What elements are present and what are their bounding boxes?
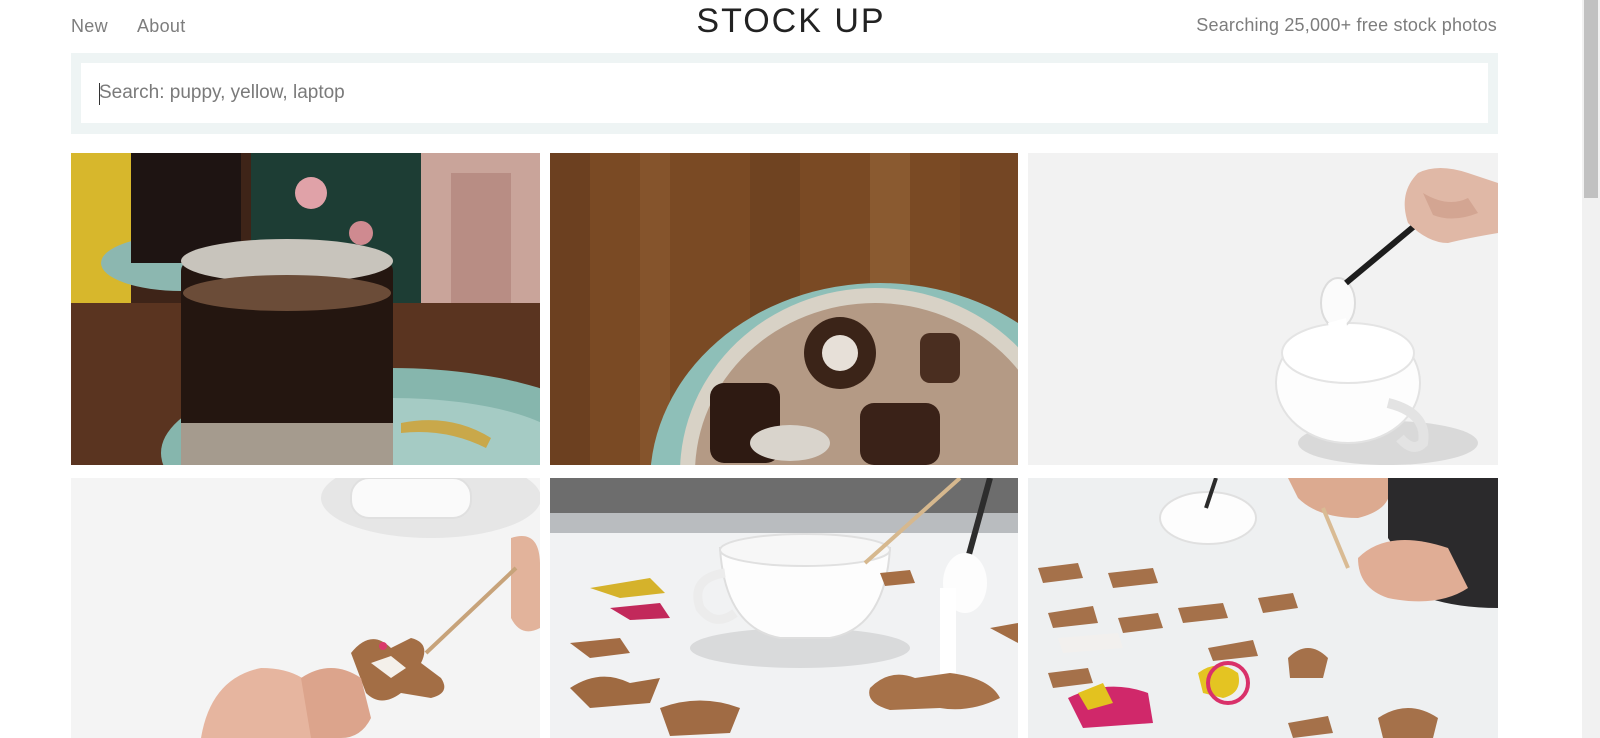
image-icon [71,153,540,465]
image-icon [1028,478,1498,738]
image-icon [550,478,1018,738]
photo-tile[interactable] [1028,153,1498,465]
photo-tile[interactable] [71,153,540,465]
search-input[interactable] [81,63,1488,123]
text-cursor [99,83,100,105]
search-bar [71,53,1498,134]
image-icon [550,153,1018,465]
photo-tile[interactable] [1028,478,1498,738]
site-tagline: Searching 25,000+ free stock photos [1196,15,1497,35]
site-header: New About STOCK UP Searching 25,000+ fre… [0,0,1582,52]
photo-tile[interactable] [550,153,1018,465]
photo-tile[interactable] [550,478,1018,738]
image-icon [1028,153,1498,465]
image-icon [71,478,540,738]
page-scrollbar[interactable] [1582,0,1600,738]
photo-tile[interactable] [71,478,540,738]
scrollbar-thumb[interactable] [1584,0,1598,198]
